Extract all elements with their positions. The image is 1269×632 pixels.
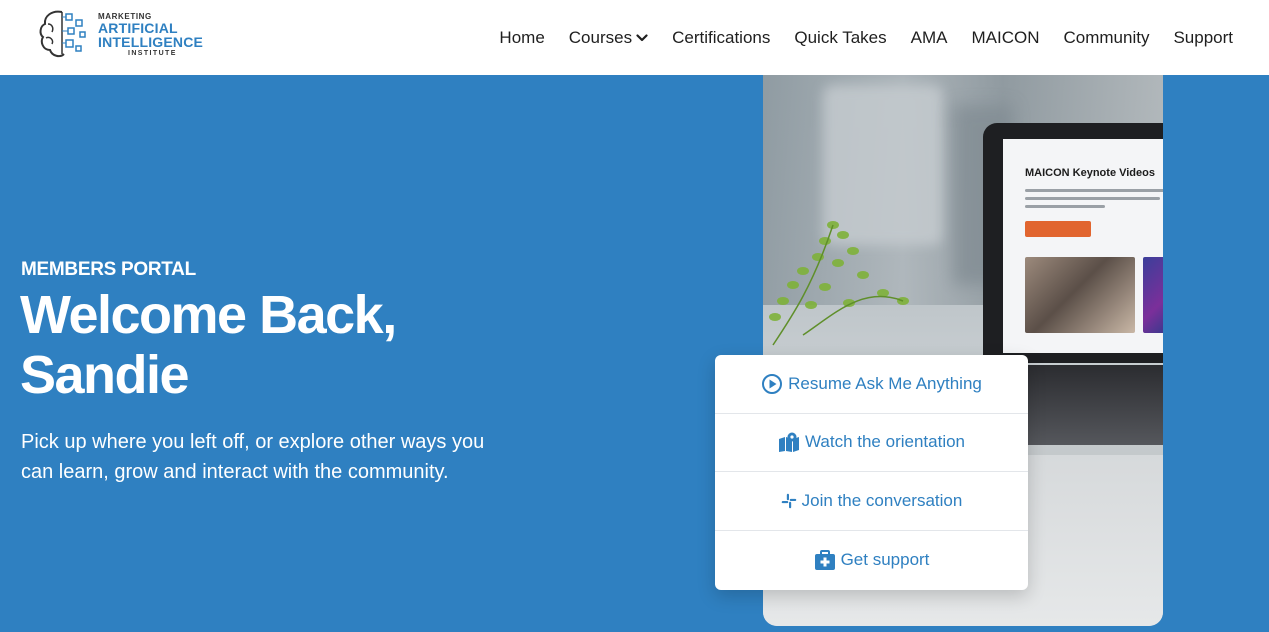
site-header: MARKETING ARTIFICIAL INTELLIGENCE INSTIT…	[0, 0, 1269, 75]
nav-home-label: Home	[499, 27, 545, 47]
screen-title: MAICON Keynote Videos	[1025, 167, 1155, 179]
nav-community-label: Community	[1063, 27, 1150, 47]
hero-eyebrow: MEMBERS PORTAL	[21, 259, 196, 280]
hero-headline: Welcome Back, Sandie	[20, 285, 397, 405]
screen-text-line	[1025, 205, 1105, 208]
nav-support[interactable]: Support	[1173, 28, 1233, 48]
chevron-down-icon	[636, 33, 648, 41]
first-aid-kit-icon	[814, 549, 835, 570]
logo-line-institute: INSTITUTE	[128, 50, 177, 57]
screen-cta-button	[1025, 221, 1091, 237]
plant-icon	[769, 221, 909, 346]
nav-home[interactable]: Home	[499, 28, 544, 48]
quick-link-conversation[interactable]: Join the conversation	[715, 472, 1028, 531]
play-circle-icon	[762, 373, 783, 394]
nav-ama-label: AMA	[910, 27, 948, 47]
nav-quick-takes-label: Quick Takes	[794, 27, 887, 47]
quick-link-orientation[interactable]: Watch the orientation	[715, 414, 1028, 472]
quick-link-support[interactable]: Get support	[715, 531, 1028, 590]
brain-logo-icon	[39, 10, 86, 58]
nav-courses-label: Courses	[568, 27, 633, 47]
nav-quick-takes[interactable]: Quick Takes	[794, 28, 886, 48]
nav-ama[interactable]: AMA	[911, 28, 948, 48]
quick-link-resume-ama[interactable]: Resume Ask Me Anything	[715, 355, 1028, 414]
map-pin-icon	[778, 432, 799, 453]
hero-subtext: Pick up where you left off, or explore o…	[21, 431, 485, 483]
main-nav: Home Courses Certifications Quick Takes …	[475, 0, 1233, 75]
quick-link-label: Watch the orientation	[804, 432, 965, 452]
nav-certifications[interactable]: Certifications	[672, 28, 770, 48]
nav-maicon[interactable]: MAICON	[971, 28, 1039, 48]
quick-link-label: Join the conversation	[801, 490, 963, 510]
slack-icon	[781, 493, 796, 509]
nav-maicon-label: MAICON	[971, 27, 1040, 47]
screen-image-group-photo	[1025, 257, 1135, 333]
nav-certifications-label: Certifications	[672, 27, 771, 47]
nav-community[interactable]: Community	[1063, 28, 1149, 48]
screen-image-stage	[1143, 257, 1163, 333]
site-logo[interactable]: MARKETING ARTIFICIAL INTELLIGENCE INSTIT…	[36, 6, 203, 64]
quick-link-label: Resume Ask Me Anything	[788, 373, 982, 393]
nav-courses[interactable]: Courses	[569, 28, 648, 48]
screen-text-line	[1025, 197, 1160, 200]
quick-link-label: Get support	[840, 549, 930, 569]
logo-line-intelligence: INTELLIGENCE	[98, 34, 204, 50]
logo-wordmark: MARKETING ARTIFICIAL INTELLIGENCE INSTIT…	[98, 12, 203, 57]
screen-text-line	[1025, 189, 1163, 192]
photo-laptop-screen: MAICON Keynote Videos	[1003, 139, 1163, 353]
nav-support-label: Support	[1173, 27, 1233, 47]
quick-links-card: Resume Ask Me Anything Watch the orienta…	[715, 355, 1028, 590]
logo-line-artificial: ARTIFICIAL	[98, 20, 178, 36]
